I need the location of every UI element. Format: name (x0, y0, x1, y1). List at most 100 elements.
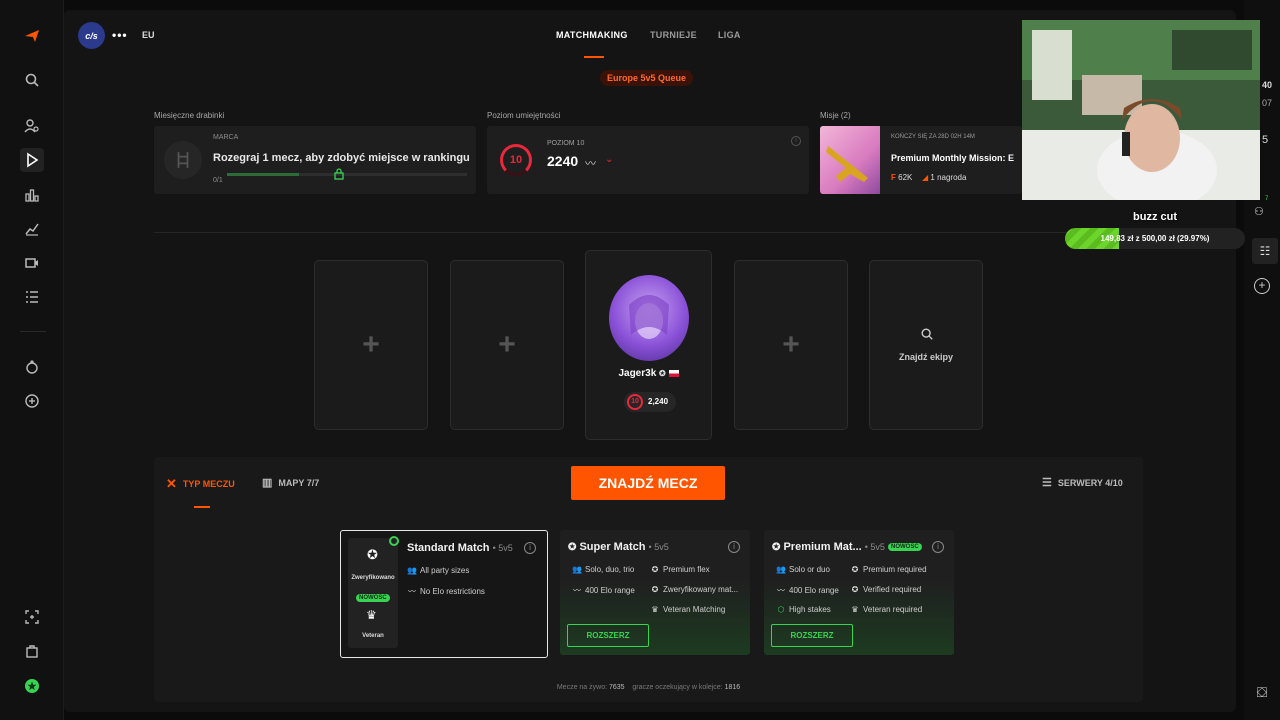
section-divider (154, 232, 1144, 233)
mode-title: ✪ Premium Mat... • 5v5 NOWOŚĆ (772, 541, 922, 553)
mode-title-text: Super Match (579, 541, 646, 553)
ranking-card[interactable]: MARCA Rozegraj 1 mecz, aby zdobyć miejsc… (154, 126, 476, 194)
plus-icon: + (362, 328, 380, 361)
party-slot-empty[interactable]: + (450, 260, 564, 430)
feature: 👥 All party sizes (407, 566, 470, 575)
crossed-swords-icon: ✕ (166, 476, 177, 491)
map-icon: ▥ (262, 477, 273, 489)
crown-icon: ♛ (366, 608, 377, 622)
ranking-text: Rozegraj 1 mecz, aby zdobyć miejsce w ra… (213, 152, 470, 164)
right-count: 5 (1262, 134, 1269, 146)
tab-matchmaking[interactable]: MATCHMAKING (556, 30, 628, 40)
verified-badge-icon: ✪ (367, 547, 378, 562)
club-icon[interactable] (20, 355, 44, 379)
mode-title-text: Standard Match (407, 542, 490, 554)
faceit-points-icon: F (891, 173, 896, 182)
stats-icon[interactable] (20, 217, 44, 241)
leaderboard-icon[interactable] (20, 183, 44, 207)
party-slot-empty[interactable]: + (314, 260, 428, 430)
stream-goal-title: buzz cut (1133, 211, 1177, 223)
mode-title-text: Premium Mat... (783, 541, 862, 553)
skill-level-badge: 10 (500, 144, 532, 176)
live-matches-count: 7635 (608, 684, 625, 691)
tab-maps[interactable]: ▥ MAPY 7/7 (262, 476, 319, 489)
selected-indicator-icon (389, 536, 399, 546)
tab-turnieje[interactable]: TURNIEJE (650, 30, 697, 40)
sidebar-divider (20, 331, 46, 332)
feature: ✪ Verified required (851, 585, 922, 594)
feature-text: Verified required (863, 585, 922, 594)
mission-points-row: F 62K (891, 173, 912, 182)
premium-star-icon[interactable] (20, 674, 44, 698)
play-icon[interactable] (20, 148, 44, 172)
queue-badge[interactable]: Europe 5v5 Queue (600, 70, 694, 86)
mode-title: Standard Match • 5v5 (407, 542, 513, 554)
player-name: Jager3k (618, 368, 657, 379)
feature: ✪ Zweryfikowany mat... (651, 585, 739, 594)
super-match-icon: ✪ (568, 542, 577, 553)
ranking-section-label: Miesięczne drabinki (154, 111, 225, 120)
mission-reward-row: ◢ 1 nagroda (922, 173, 966, 182)
shop-icon[interactable] (20, 639, 44, 663)
mission-reward: 1 nagroda (930, 173, 967, 182)
match-tab-indicator (194, 506, 210, 508)
add-circle-icon[interactable] (20, 389, 44, 413)
friends-icon[interactable]: ⚇ (1254, 205, 1264, 218)
video-icon[interactable] (20, 251, 44, 275)
ranking-progress-text: 0/1 (213, 177, 223, 184)
player-name-row: Jager3k ✪ (586, 368, 711, 379)
verified-icon: ✪ (659, 369, 666, 378)
chat-logo-icon[interactable]: ⛋ (1252, 684, 1272, 704)
mode-premium-match[interactable]: ✪ Premium Mat... • 5v5 NOWOŚĆ i 👥 Solo or… (764, 530, 954, 655)
skill-card[interactable]: 10 POZIOM 10 2240 〰 ⌄ i (487, 126, 809, 194)
info-icon[interactable]: i (791, 136, 801, 146)
server-icon: ☰ (1042, 477, 1052, 489)
info-icon[interactable]: i (932, 541, 944, 553)
missions-card[interactable]: KOŃCZY SIĘ ZA 28D 02H 14M Premium Monthl… (820, 126, 1022, 194)
chevron-down-icon[interactable]: ⌄ (605, 154, 613, 165)
feature-text: Premium required (863, 565, 927, 574)
queue-stats: Mecze na żywo: 7635 gracze oczekujący w … (154, 684, 1143, 691)
party-slot-player[interactable]: Jager3k ✪ 10 2,240 (585, 250, 712, 440)
mode-standard-match[interactable]: ✪ Zweryfikowano NOWOŚĆ ♛ Veteran Standar… (340, 530, 548, 658)
tab-match-type[interactable]: ✕ TYP MECZU (166, 476, 235, 492)
live-matches-label: Mecze na żywo: (556, 684, 608, 691)
find-team-label: Znajdź ekipy (898, 352, 953, 362)
list-icon[interactable] (20, 285, 44, 309)
add-friend-icon[interactable]: + (1254, 278, 1270, 294)
right-count: 07 (1262, 98, 1273, 108)
tab-liga[interactable]: LIGA (718, 30, 741, 40)
info-icon[interactable]: i (728, 541, 740, 553)
right-count: 40 (1262, 80, 1273, 90)
party-icon[interactable]: ☷ (1252, 238, 1278, 264)
more-options-icon[interactable]: ••• (112, 28, 128, 42)
region-label[interactable]: EU (142, 30, 155, 40)
mode-sub-text: 5v5 (870, 542, 885, 552)
poland-flag-icon (668, 369, 679, 377)
find-players-icon[interactable] (20, 114, 44, 138)
feature-text: Premium flex (663, 565, 710, 574)
verified-label: Zweryfikowano (351, 575, 395, 581)
find-team-slot[interactable]: Znajdź ekipy (869, 260, 983, 430)
faceit-logo-icon[interactable] (20, 24, 44, 48)
feature-text: Zweryfikowany mat... (663, 585, 739, 594)
scan-icon[interactable] (20, 605, 44, 629)
plus-icon: + (498, 328, 516, 361)
search-icon[interactable] (20, 68, 44, 92)
mode-sub: • 5v5 (648, 542, 669, 552)
mode-super-match[interactable]: ✪ Super Match • 5v5 i 👥 Solo, duo, trio 〰… (560, 530, 750, 655)
expand-button[interactable]: ROZSZERZ (771, 624, 853, 647)
party-slot-empty[interactable]: + (734, 260, 848, 430)
feature: ♛ Veteran required (851, 605, 923, 614)
ranking-month: MARCA (213, 134, 239, 141)
info-icon[interactable]: i (524, 542, 536, 554)
match-panel: ✕ TYP MECZU ▥ MAPY 7/7 ZNAJDŹ MECZ ☰ SERWER… (154, 457, 1143, 702)
find-match-button[interactable]: ZNAJDŹ MECZ (571, 466, 725, 500)
right-count: 7 (1265, 196, 1269, 202)
stream-goal-bar: 149,83 zł z 500,00 zł (29.97%) (1065, 228, 1245, 249)
expand-button[interactable]: ROZSZERZ (567, 624, 649, 647)
new-badge: NOWOŚĆ (356, 594, 390, 602)
mode-sub: • 5v5 (492, 543, 513, 553)
org-logo[interactable]: c/s (78, 22, 105, 49)
servers-button[interactable]: ☰ SERWERY 4/10 (1042, 476, 1123, 489)
